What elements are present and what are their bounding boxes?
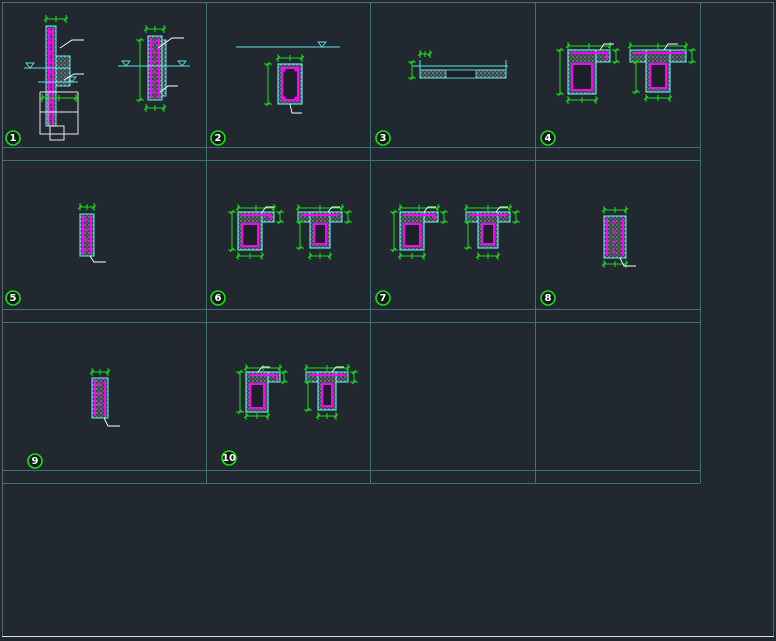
detail-badge-3: 3 bbox=[375, 130, 391, 146]
detail-badge-10: 10 bbox=[221, 450, 237, 466]
detail-4[interactable] bbox=[556, 42, 696, 104]
detail-badge-8: 8 bbox=[540, 290, 556, 306]
detail-badge-4: 4 bbox=[540, 130, 556, 146]
detail-number-1: 1 bbox=[10, 133, 17, 144]
detail-1[interactable] bbox=[24, 15, 190, 141]
detail-3[interactable] bbox=[408, 50, 508, 81]
detail-number-9: 9 bbox=[32, 456, 39, 467]
detail-number-7: 7 bbox=[380, 293, 387, 304]
detail-number-5: 5 bbox=[10, 293, 17, 304]
detail-number-8: 8 bbox=[545, 293, 552, 304]
drawing-canvas[interactable]: 1 2 3 4 5 6 7 8 9 10 bbox=[0, 0, 776, 641]
detail-9[interactable] bbox=[89, 368, 120, 427]
detail-5[interactable] bbox=[77, 203, 106, 263]
detail-2[interactable] bbox=[236, 41, 340, 114]
detail-badge-5: 5 bbox=[5, 290, 21, 306]
detail-number-4: 4 bbox=[545, 133, 552, 144]
detail-number-2: 2 bbox=[215, 133, 222, 144]
cad-viewport[interactable]: 1 2 3 4 5 6 7 8 9 10 bbox=[0, 0, 776, 641]
detail-10[interactable] bbox=[236, 364, 358, 420]
detail-badge-6: 6 bbox=[210, 290, 226, 306]
detail-6[interactable] bbox=[228, 204, 352, 260]
detail-number-10: 10 bbox=[222, 453, 236, 464]
detail-number-3: 3 bbox=[380, 133, 387, 144]
detail-badge-1: 1 bbox=[5, 130, 21, 146]
detail-badge-9: 9 bbox=[27, 453, 43, 469]
detail-badge-2: 2 bbox=[210, 130, 226, 146]
detail-number-6: 6 bbox=[215, 293, 222, 304]
detail-badge-7: 7 bbox=[375, 290, 391, 306]
detail-7[interactable] bbox=[390, 204, 520, 260]
detail-8[interactable] bbox=[601, 206, 636, 268]
